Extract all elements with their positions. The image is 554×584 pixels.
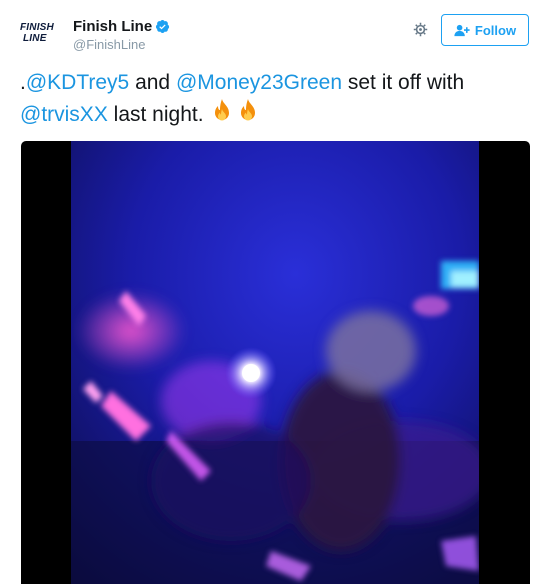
tweet-text-part-1: and <box>129 71 176 94</box>
verified-badge-icon <box>156 19 170 33</box>
display-name[interactable]: Finish Line <box>73 18 152 35</box>
mention-money23green[interactable]: @Money23Green <box>176 71 342 94</box>
logo-line-1: FINISH <box>20 22 54 33</box>
logo-line-2: LINE <box>23 33 47 44</box>
follow-button[interactable]: Follow <box>441 14 529 46</box>
tweet-text: .@KDTrey5 and @Money23Green set it off w… <box>20 68 540 130</box>
video-player[interactable] <box>21 141 530 584</box>
account-handle[interactable]: @FinishLine <box>73 37 170 52</box>
fire-icon <box>241 99 256 121</box>
finish-line-logo[interactable]: FINISH LINE <box>20 22 60 48</box>
tweet-text-part-3: last night. <box>107 103 204 126</box>
mention-trvisxx[interactable]: @trvisXX <box>20 103 108 126</box>
gear-icon[interactable] <box>412 21 429 38</box>
add-user-icon <box>454 24 470 36</box>
mention-kdtrey5[interactable]: @KDTrey5 <box>26 71 129 94</box>
video-frame <box>71 141 479 584</box>
tweet-text-part-2: set it off with <box>342 71 465 94</box>
fire-icon <box>215 99 230 121</box>
follow-label: Follow <box>474 22 517 38</box>
author-info[interactable]: Finish Line @FinishLine <box>73 16 170 52</box>
tweet-header: FINISH LINE Finish Line @FinishLine Foll… <box>0 0 554 62</box>
